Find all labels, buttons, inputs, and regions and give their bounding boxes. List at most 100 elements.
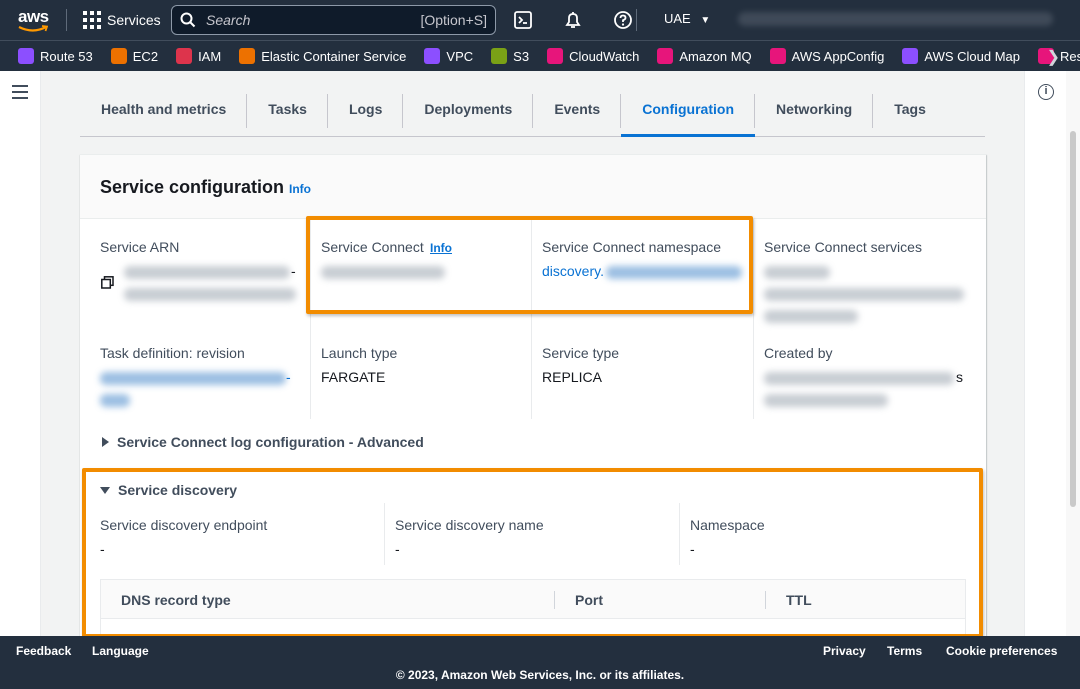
tab-events[interactable]: Events bbox=[533, 88, 622, 136]
search-shortcut: [Option+S] bbox=[420, 12, 487, 28]
favorite-label: Elastic Container Service bbox=[261, 48, 407, 64]
task-definition-link-redacted[interactable] bbox=[100, 372, 286, 385]
service-icon bbox=[491, 48, 508, 64]
launch-type-label: Launch type bbox=[321, 345, 398, 361]
tab-tags[interactable]: Tags bbox=[873, 88, 947, 136]
created-by-redacted bbox=[764, 394, 888, 407]
right-rail: i bbox=[1024, 71, 1066, 636]
services-menu-button[interactable]: Services bbox=[83, 11, 161, 29]
favorite-label: AWS Cloud Map bbox=[924, 48, 1020, 64]
service-icon bbox=[547, 48, 564, 64]
terms-link[interactable]: Terms bbox=[887, 644, 922, 658]
favorite-label: VPC bbox=[446, 48, 474, 64]
info-panel-icon[interactable]: i bbox=[1038, 84, 1054, 100]
caret-right-icon bbox=[102, 437, 109, 447]
copyright: © 2023, Amazon Web Services, Inc. or its… bbox=[395, 668, 685, 682]
favorite-item[interactable]: AWS AppConfig bbox=[769, 48, 885, 64]
search-input[interactable]: Search [Option+S] bbox=[171, 5, 496, 35]
service-icon bbox=[769, 48, 786, 64]
favorite-item[interactable]: Route 53 bbox=[18, 48, 93, 64]
favorite-item[interactable]: EC2 bbox=[110, 48, 159, 64]
aws-logo[interactable]: aws bbox=[16, 5, 52, 35]
tab-label: Tags bbox=[894, 101, 926, 117]
tab-label: Configuration bbox=[642, 101, 734, 117]
favorite-item[interactable]: Elastic Container Service bbox=[239, 48, 406, 64]
favorite-label: Route 53 bbox=[40, 48, 93, 64]
service-icon bbox=[657, 48, 674, 64]
favorite-item[interactable]: VPC bbox=[424, 48, 473, 64]
tab-label: Deployments bbox=[424, 101, 513, 117]
service-icon bbox=[110, 48, 127, 64]
sc-services-label: Service Connect services bbox=[764, 239, 922, 255]
favorite-item[interactable]: CloudWatch bbox=[547, 48, 639, 64]
service-icon bbox=[239, 48, 256, 64]
copy-icon[interactable] bbox=[101, 276, 114, 289]
region-label: UAE bbox=[664, 11, 691, 26]
hamburger-menu-icon[interactable] bbox=[12, 85, 28, 103]
created-by-suffix: s bbox=[956, 369, 963, 385]
service-arn-redacted bbox=[124, 266, 290, 279]
log-config-expander[interactable]: Service Connect log configuration - Adva… bbox=[102, 434, 424, 450]
page-footer: Feedback Language Privacy Terms Cookie p… bbox=[0, 636, 1080, 689]
nav-divider bbox=[636, 9, 637, 31]
service-arn-label: Service ARN bbox=[100, 239, 180, 255]
search-icon bbox=[180, 12, 196, 28]
column-divider bbox=[753, 219, 754, 419]
nav-divider bbox=[66, 9, 67, 31]
service-type-label: Service type bbox=[542, 345, 620, 361]
region-selector[interactable]: UAE ▼ bbox=[664, 11, 710, 26]
favorite-label: IAM bbox=[198, 48, 222, 64]
account-menu-redacted[interactable] bbox=[738, 12, 1053, 26]
panel-title: Service configuration bbox=[100, 177, 285, 197]
info-link[interactable]: Info bbox=[289, 182, 311, 196]
task-definition-link-redacted[interactable] bbox=[100, 394, 130, 407]
tab-label: Networking bbox=[776, 101, 853, 117]
created-by-label: Created by bbox=[764, 345, 833, 361]
tab-deployments[interactable]: Deployments bbox=[403, 88, 534, 136]
aws-logo-text: aws bbox=[18, 7, 49, 26]
tab-health-and-metrics[interactable]: Health and metrics bbox=[80, 88, 248, 136]
service-connect-highlight bbox=[306, 216, 753, 314]
task-definition-suffix[interactable]: - bbox=[286, 369, 291, 385]
tab-label: Events bbox=[554, 101, 601, 117]
privacy-link[interactable]: Privacy bbox=[823, 644, 866, 658]
aws-smile-icon bbox=[18, 25, 48, 32]
tab-logs[interactable]: Logs bbox=[328, 88, 404, 136]
search-placeholder: Search bbox=[206, 12, 251, 28]
grid-icon bbox=[83, 11, 101, 29]
cookie-preferences-link[interactable]: Cookie preferences bbox=[946, 644, 1057, 658]
sc-services-redacted bbox=[764, 310, 858, 323]
service-type-value: REPLICA bbox=[542, 369, 602, 385]
tab-tasks[interactable]: Tasks bbox=[247, 88, 328, 136]
tab-label: Tasks bbox=[268, 101, 307, 117]
tab-label: Health and metrics bbox=[101, 101, 227, 117]
created-by-redacted bbox=[764, 372, 954, 385]
favorite-item[interactable]: IAM bbox=[176, 48, 221, 64]
page-scrollbar[interactable] bbox=[1066, 71, 1080, 636]
chevron-right-icon[interactable]: ❯ bbox=[1047, 47, 1060, 67]
favorite-item[interactable]: S3 bbox=[491, 48, 529, 64]
service-tabs: Health and metrics Tasks Logs Deployments Ev… bbox=[80, 88, 985, 137]
sc-services-redacted bbox=[764, 266, 830, 279]
left-rail bbox=[0, 71, 41, 636]
language-link[interactable]: Language bbox=[92, 644, 149, 658]
tab-configuration[interactable]: Configuration bbox=[621, 88, 755, 137]
service-icon bbox=[176, 48, 193, 64]
tab-label: Logs bbox=[348, 101, 383, 117]
tab-networking[interactable]: Networking bbox=[755, 88, 874, 136]
help-icon[interactable] bbox=[613, 10, 633, 30]
feedback-link[interactable]: Feedback bbox=[16, 644, 71, 658]
favorite-label: CloudWatch bbox=[569, 48, 640, 64]
launch-type-value: FARGATE bbox=[321, 369, 386, 385]
service-arn-redacted bbox=[124, 288, 296, 301]
service-arn-suffix: - bbox=[291, 263, 296, 279]
service-icon bbox=[424, 48, 441, 64]
favorite-item[interactable]: AWS Cloud Map bbox=[902, 48, 1020, 64]
log-config-expander-label: Service Connect log configuration - Adva… bbox=[117, 434, 424, 450]
favorite-item[interactable]: Amazon MQ bbox=[657, 48, 752, 64]
scrollbar-thumb[interactable] bbox=[1070, 131, 1076, 507]
cloudshell-icon[interactable] bbox=[513, 10, 533, 30]
favorite-label: AWS AppConfig bbox=[791, 48, 885, 64]
favorite-label: EC2 bbox=[132, 48, 159, 64]
bell-icon[interactable] bbox=[563, 10, 583, 30]
